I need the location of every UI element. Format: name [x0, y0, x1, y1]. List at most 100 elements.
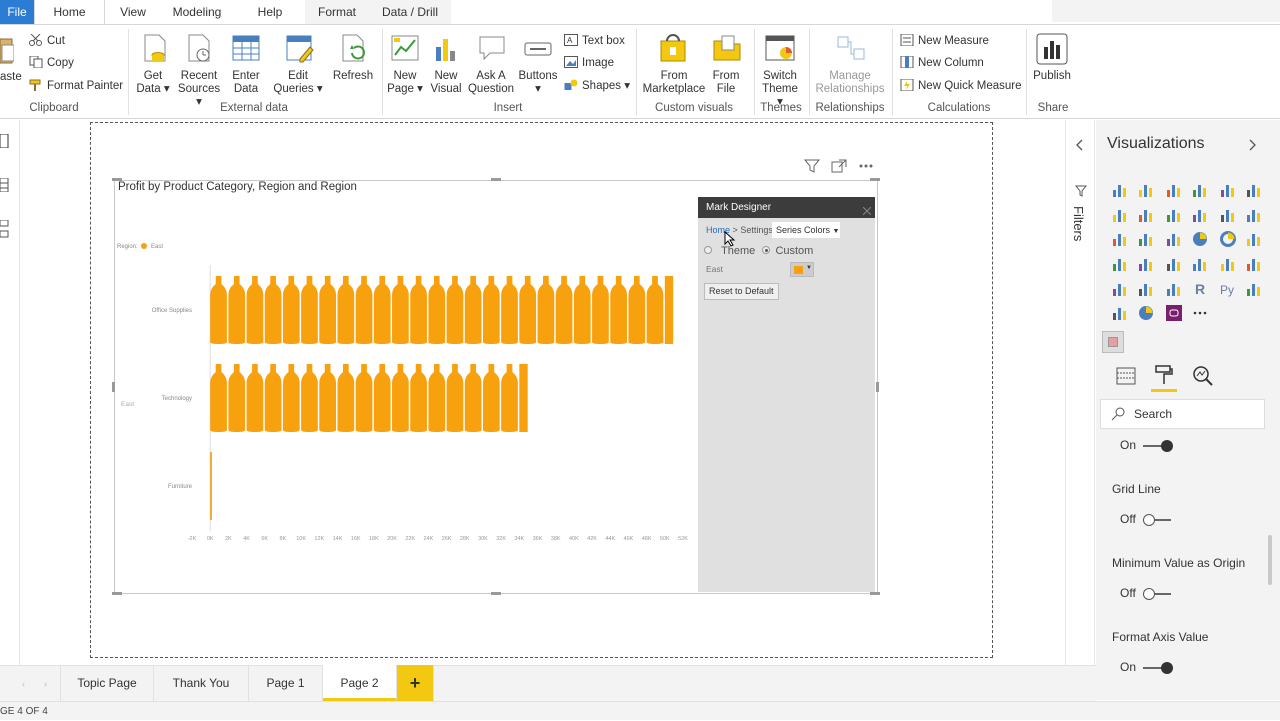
- page-tab-thank-you[interactable]: Thank You: [154, 665, 249, 701]
- resize-handle[interactable]: [876, 382, 879, 392]
- data-view-icon[interactable]: [0, 177, 10, 197]
- stacked-column-icon[interactable]: [1138, 182, 1154, 198]
- area-chart-icon[interactable]: [1138, 207, 1154, 223]
- tab-view[interactable]: View: [112, 0, 154, 24]
- resize-handle[interactable]: [870, 592, 880, 595]
- buttons-button[interactable]: Buttons ▾: [516, 70, 560, 96]
- tab-file[interactable]: File: [0, 0, 34, 24]
- filled-map-icon[interactable]: [1138, 256, 1154, 272]
- stacked-area-icon[interactable]: [1166, 207, 1182, 223]
- format-paint-roller-icon[interactable]: [1154, 364, 1174, 391]
- chevron-left-icon[interactable]: [1075, 138, 1085, 156]
- gauge-icon[interactable]: [1166, 256, 1182, 272]
- new-column-button[interactable]: New Column: [900, 55, 984, 70]
- page-tab-page-2[interactable]: Page 2: [323, 665, 397, 701]
- 100-bar-icon[interactable]: [1220, 182, 1236, 198]
- line-column-2-icon[interactable]: [1112, 231, 1128, 247]
- qa-icon[interactable]: [1112, 305, 1128, 321]
- text-box-button[interactable]: A Text box: [564, 34, 625, 48]
- donut-icon[interactable]: [1220, 231, 1236, 247]
- series-colors-dropdown[interactable]: Series Colors ▼: [772, 222, 840, 238]
- ask-a-question-button[interactable]: Ask A Question: [466, 70, 516, 96]
- radio-theme[interactable]: [704, 246, 712, 254]
- map-icon[interactable]: [1112, 256, 1128, 272]
- edit-queries-button[interactable]: Edit Queries ▾: [272, 70, 324, 96]
- 100-column-icon[interactable]: [1246, 182, 1262, 198]
- format-search-box[interactable]: Search: [1100, 399, 1265, 429]
- breadcrumb-settings[interactable]: Settings: [740, 225, 773, 235]
- new-measure-button[interactable]: New Measure: [900, 33, 989, 48]
- format-painter-button[interactable]: Format Painter: [29, 79, 123, 93]
- funnel-icon[interactable]: [1138, 231, 1154, 247]
- tab-help[interactable]: Help: [250, 0, 290, 24]
- bar-office-supplies[interactable]: [210, 276, 674, 344]
- analytics-magnifier-icon[interactable]: [1192, 365, 1214, 392]
- scrollbar-thumb[interactable]: [1268, 535, 1272, 585]
- more-visuals-icon[interactable]: [1192, 305, 1208, 321]
- get-data-button[interactable]: Get Data ▾: [134, 70, 172, 96]
- selected-custom-visual-icon[interactable]: [1102, 331, 1124, 353]
- pie-icon[interactable]: [1192, 231, 1208, 247]
- filters-pane-collapsed[interactable]: Filters: [1065, 120, 1095, 700]
- custom-visual-icon[interactable]: [1166, 305, 1182, 321]
- clustered-column-icon[interactable]: [1192, 182, 1208, 198]
- bar-technology[interactable]: [210, 364, 528, 432]
- key-influencers-icon[interactable]: [1246, 281, 1262, 297]
- focus-mode-icon[interactable]: [831, 159, 847, 178]
- min-origin-toggle[interactable]: [1143, 587, 1172, 600]
- matrix-icon[interactable]: [1166, 281, 1182, 297]
- from-marketplace-button[interactable]: From Marketplace: [642, 70, 706, 96]
- r-visual-icon[interactable]: R: [1192, 281, 1208, 297]
- tab-data-drill[interactable]: Data / Drill: [378, 0, 442, 24]
- ribbon-chart-icon[interactable]: [1192, 207, 1208, 223]
- title-search-box[interactable]: [1052, 0, 1280, 22]
- radio-custom[interactable]: [762, 246, 771, 254]
- image-button[interactable]: Image: [564, 56, 614, 70]
- more-options-icon[interactable]: [858, 159, 874, 178]
- page-tab-page-1[interactable]: Page 1: [249, 665, 323, 701]
- resize-handle[interactable]: [112, 592, 122, 595]
- line-chart-icon[interactable]: [1112, 207, 1128, 223]
- enter-data-button[interactable]: Enter Data: [226, 70, 266, 96]
- copy-button[interactable]: Copy: [29, 55, 74, 70]
- resize-handle[interactable]: [112, 178, 122, 181]
- bar-furniture[interactable]: [210, 452, 212, 520]
- line-column-icon[interactable]: [1246, 207, 1262, 223]
- search-input[interactable]: Search: [1134, 407, 1172, 421]
- color-picker[interactable]: ▼: [790, 262, 814, 277]
- card-icon[interactable]: [1192, 256, 1208, 272]
- resize-handle[interactable]: [112, 382, 115, 392]
- stacked-bar-icon[interactable]: [1112, 182, 1128, 198]
- tab-home[interactable]: Home: [34, 0, 105, 24]
- report-view-icon[interactable]: [0, 133, 10, 153]
- reset-to-default-button[interactable]: Reset to Default: [704, 283, 779, 300]
- format-axis-toggle[interactable]: [1143, 661, 1174, 674]
- multi-row-card-icon[interactable]: [1220, 256, 1236, 272]
- manage-relationships-button[interactable]: Manage Relationships: [814, 70, 886, 96]
- page-nav-right-icon[interactable]: ›: [44, 679, 47, 689]
- clustered-bar-icon[interactable]: [1166, 182, 1182, 198]
- waterfall-icon[interactable]: [1220, 207, 1236, 223]
- page-tab-topic[interactable]: Topic Page: [60, 665, 154, 701]
- python-visual-icon[interactable]: Py: [1220, 281, 1236, 297]
- new-visual-button[interactable]: New Visual: [428, 70, 464, 96]
- resize-handle[interactable]: [491, 592, 501, 595]
- tab-modeling[interactable]: Modeling: [165, 0, 229, 24]
- from-file-button[interactable]: From File: [708, 70, 744, 96]
- table-icon[interactable]: [1138, 281, 1154, 297]
- cut-button[interactable]: Cut: [29, 33, 65, 48]
- refresh-button[interactable]: Refresh: [330, 70, 376, 83]
- filter-icon[interactable]: [803, 159, 821, 178]
- resize-handle[interactable]: [491, 178, 501, 181]
- globe-icon[interactable]: [1138, 305, 1154, 321]
- page-nav-left-icon[interactable]: ‹: [22, 679, 25, 689]
- model-view-icon[interactable]: [0, 219, 10, 243]
- publish-button[interactable]: Publish: [1030, 70, 1074, 83]
- paste-button[interactable]: aste: [0, 71, 22, 84]
- close-icon[interactable]: [862, 202, 872, 220]
- treemap-icon[interactable]: [1246, 231, 1262, 247]
- kpi-icon[interactable]: [1246, 256, 1262, 272]
- shapes-button[interactable]: Shapes ▾: [564, 79, 630, 93]
- tab-format[interactable]: Format: [314, 0, 360, 24]
- new-page-button[interactable]: New Page ▾: [386, 70, 424, 96]
